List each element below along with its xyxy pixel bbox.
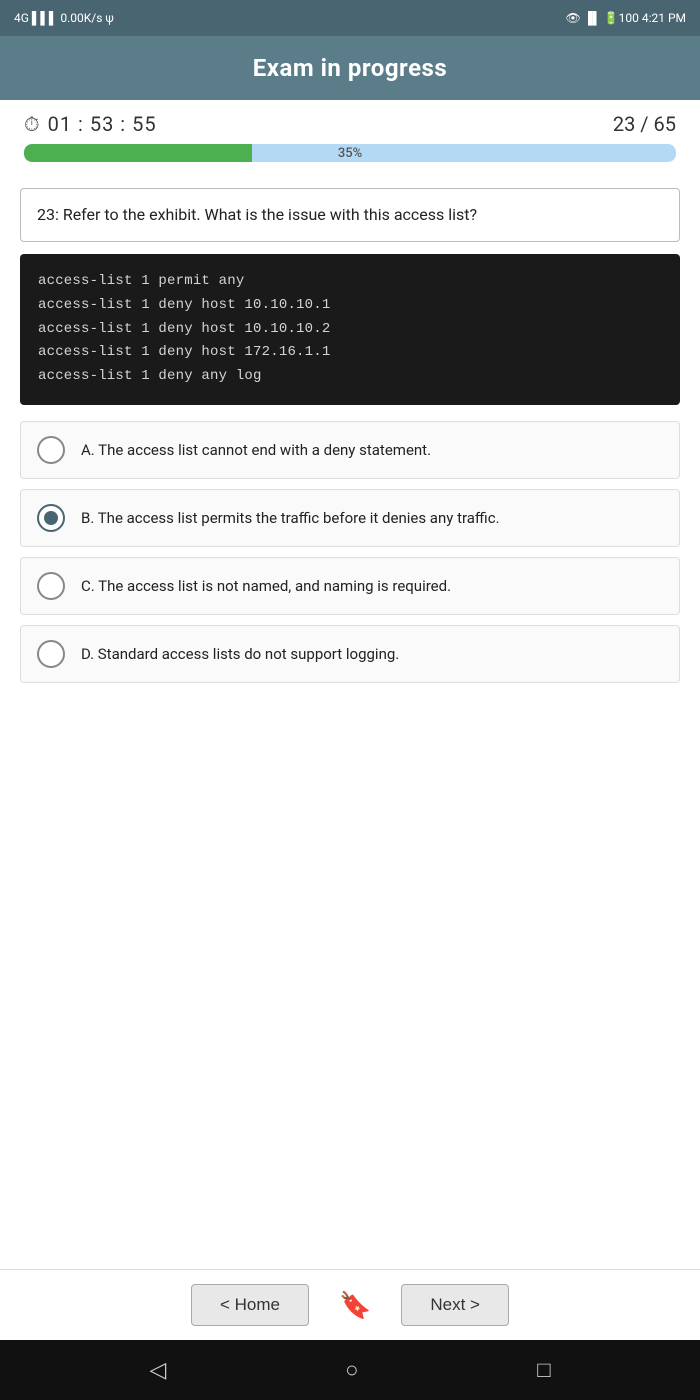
next-button[interactable]: Next > — [401, 1284, 509, 1326]
exam-title: Exam in progress — [253, 54, 447, 82]
progress-bar-wrapper: 35% — [0, 136, 700, 176]
question-count: 23 / 65 — [613, 112, 676, 136]
timer-section: ⏱ 01 : 53 : 55 23 / 65 — [0, 100, 700, 136]
android-navbar: ◁ ○ □ — [0, 1340, 700, 1400]
option-d[interactable]: D. Standard access lists do not support … — [20, 625, 680, 683]
exam-header: Exam in progress — [0, 36, 700, 100]
code-line-1: access-list 1 permit any — [38, 270, 662, 294]
status-left: 4G ▌▌▌ 0.00K/s ψ — [14, 11, 114, 25]
timer-left: ⏱ 01 : 53 : 55 — [24, 112, 157, 136]
question-area: 23: Refer to the exhibit. What is the is… — [0, 176, 700, 705]
option-a[interactable]: A. The access list cannot end with a den… — [20, 421, 680, 479]
option-b-text: B. The access list permits the traffic b… — [81, 507, 500, 530]
code-line-4: access-list 1 deny host 172.16.1.1 — [38, 341, 662, 365]
option-c-text: C. The access list is not named, and nam… — [81, 575, 451, 598]
option-d-text: D. Standard access lists do not support … — [81, 643, 399, 666]
timer-icon: ⏱ — [24, 112, 40, 136]
option-a-text: A. The access list cannot end with a den… — [81, 439, 431, 462]
progress-bar-bg: 35% — [24, 144, 676, 162]
option-c[interactable]: C. The access list is not named, and nam… — [20, 557, 680, 615]
option-b[interactable]: B. The access list permits the traffic b… — [20, 489, 680, 547]
timer-display: 01 : 53 : 55 — [48, 112, 157, 136]
spacer — [0, 705, 700, 1269]
radio-b[interactable] — [37, 504, 65, 532]
radio-d[interactable] — [37, 640, 65, 668]
code-line-3: access-list 1 deny host 10.10.10.2 — [38, 318, 662, 342]
back-icon[interactable]: ◁ — [149, 1358, 166, 1383]
question-text: 23: Refer to the exhibit. What is the is… — [37, 205, 477, 224]
home-button[interactable]: < Home — [191, 1284, 309, 1326]
status-bar: 4G ▌▌▌ 0.00K/s ψ 👁 ▐▌ 🔋100 4:21 PM — [0, 0, 700, 36]
radio-c[interactable] — [37, 572, 65, 600]
code-line-2: access-list 1 deny host 10.10.10.1 — [38, 294, 662, 318]
code-line-5: access-list 1 deny any log — [38, 365, 662, 389]
bookmark-button[interactable]: 🔖 — [339, 1290, 371, 1321]
status-right: 👁 ▐▌ 🔋100 4:21 PM — [565, 11, 686, 25]
bottom-nav: < Home 🔖 Next > — [0, 1269, 700, 1340]
progress-bar-label: 35% — [24, 144, 676, 162]
status-icons: 👁 ▐▌ 🔋100 4:21 PM — [565, 11, 686, 25]
radio-a[interactable] — [37, 436, 65, 464]
home-icon[interactable]: ○ — [345, 1357, 358, 1383]
radio-b-fill — [44, 511, 58, 525]
status-signal: 4G ▌▌▌ 0.00K/s ψ — [14, 11, 114, 25]
code-block: access-list 1 permit any access-list 1 d… — [20, 254, 680, 405]
question-box: 23: Refer to the exhibit. What is the is… — [20, 188, 680, 242]
recent-icon[interactable]: □ — [537, 1357, 550, 1383]
